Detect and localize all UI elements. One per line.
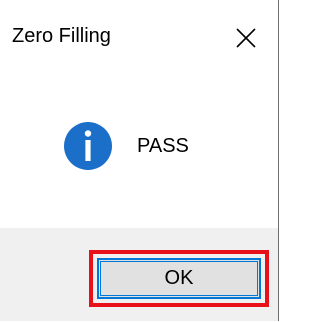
close-icon: [236, 28, 256, 48]
info-icon: [64, 122, 112, 170]
dialog-message: PASS: [137, 135, 189, 157]
close-button[interactable]: [222, 15, 270, 59]
button-bar: OK: [0, 228, 278, 321]
dialog-title: Zero Filling: [12, 25, 111, 47]
message-dialog: Zero Filling PASS OK: [0, 0, 279, 321]
dialog-content: PASS: [0, 74, 278, 228]
title-bar: Zero Filling: [0, 0, 278, 74]
ok-button[interactable]: OK: [97, 258, 261, 299]
